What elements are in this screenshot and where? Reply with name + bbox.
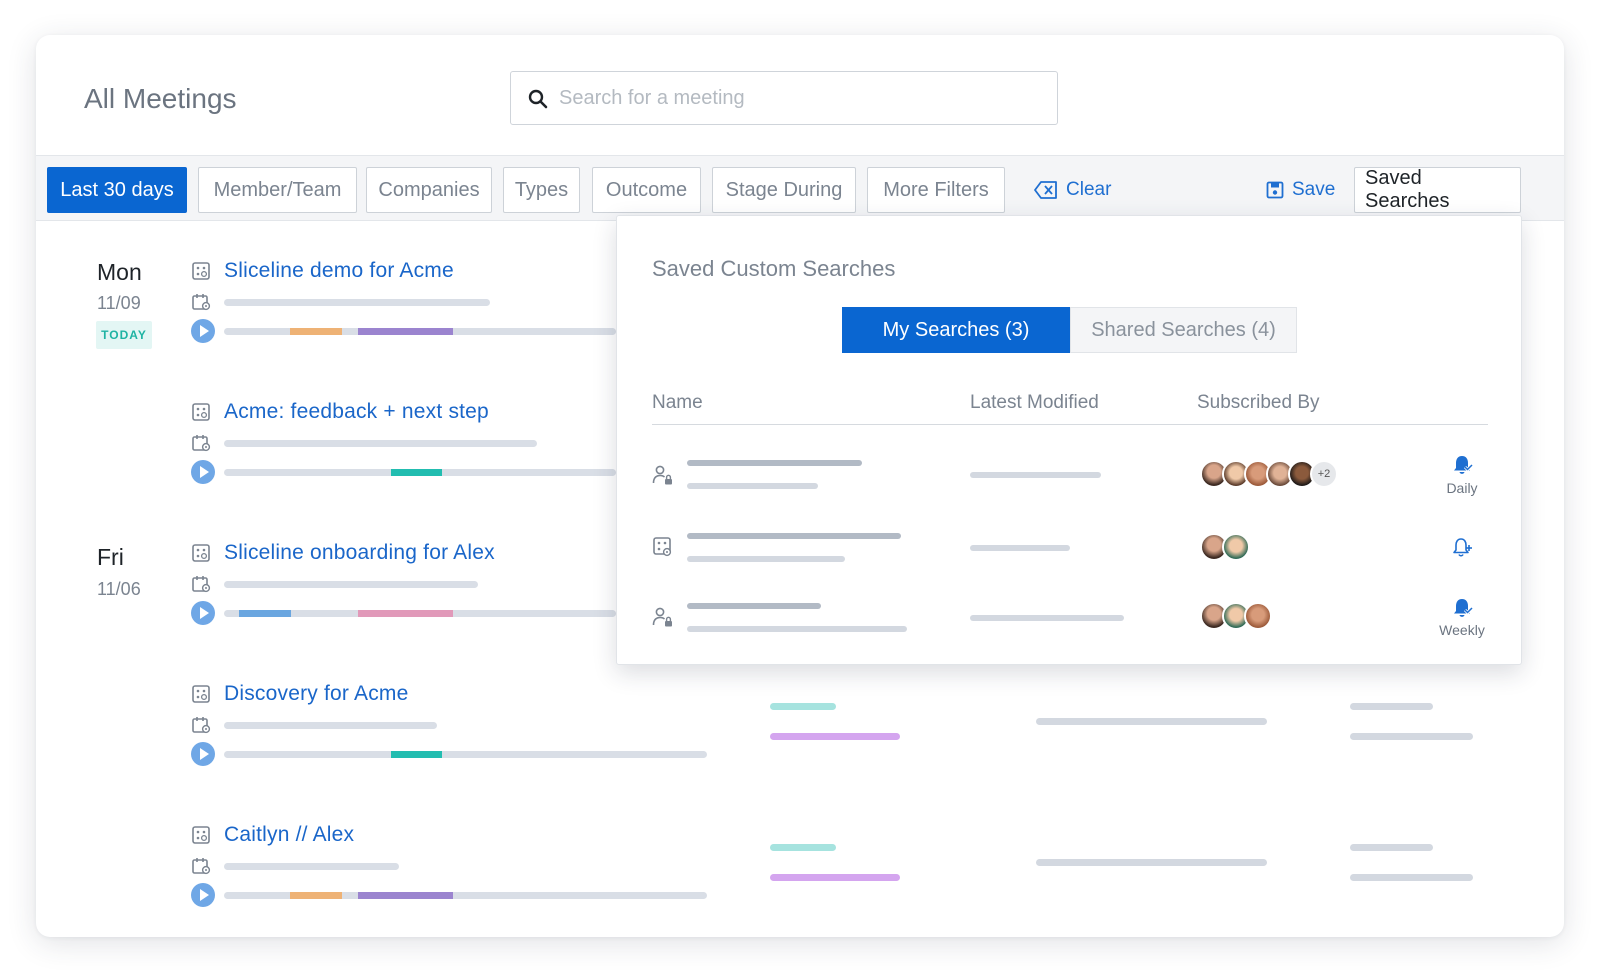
- column-header-name[interactable]: Name: [652, 392, 703, 414]
- frequency-label: Weekly: [1439, 622, 1485, 638]
- avatar: [1222, 533, 1250, 561]
- dropdown-title: Saved Custom Searches: [652, 256, 896, 281]
- more-filters-button[interactable]: More Filters: [867, 167, 1005, 213]
- bell-subscribed-icon[interactable]: [1451, 597, 1473, 619]
- more-subscribers-badge[interactable]: +2: [1310, 460, 1338, 488]
- play-recording-button[interactable]: [191, 601, 215, 625]
- day-label: Fri: [97, 544, 124, 570]
- play-recording-button[interactable]: [191, 883, 215, 907]
- outcome-filter[interactable]: Outcome: [592, 167, 701, 213]
- calendar-view-icon: [192, 576, 211, 593]
- calendar-view-icon: [192, 717, 211, 734]
- search-box[interactable]: [510, 71, 1058, 125]
- save-button[interactable]: Save: [1266, 167, 1335, 213]
- clear-label: Clear: [1066, 179, 1112, 200]
- meeting-title[interactable]: Sliceline demo for Acme: [224, 259, 454, 283]
- meeting-title[interactable]: Caitlyn // Alex: [224, 823, 354, 847]
- companies-filter[interactable]: Companies: [366, 167, 492, 213]
- meetings-page: All Meetings Last 30 days Member/Team Co…: [36, 35, 1564, 937]
- play-recording-button[interactable]: [191, 460, 215, 484]
- subscriber-avatars: +2: [1200, 460, 1338, 488]
- meeting-icon: [192, 262, 210, 280]
- search-icon: [528, 89, 548, 109]
- save-label: Save: [1292, 179, 1336, 200]
- meeting-title[interactable]: Acme: feedback + next step: [224, 400, 489, 424]
- meeting-search-icon: [653, 537, 672, 557]
- clear-button[interactable]: Clear: [1034, 167, 1111, 213]
- date-label: 11/09: [97, 293, 141, 313]
- stage-during-filter[interactable]: Stage During: [712, 167, 856, 213]
- meeting-title[interactable]: Discovery for Acme: [224, 682, 408, 706]
- divider: [652, 424, 1488, 425]
- bell-subscribed-icon[interactable]: [1451, 454, 1473, 476]
- column-header-latest-modified[interactable]: Latest Modified: [970, 392, 1099, 414]
- tab-my-searches[interactable]: My Searches (3): [842, 307, 1070, 353]
- tab-shared-searches[interactable]: Shared Searches (4): [1070, 307, 1297, 353]
- meeting-icon: [192, 403, 210, 421]
- calendar-view-icon: [192, 858, 211, 875]
- save-icon: [1266, 181, 1284, 199]
- calendar-view-icon: [192, 435, 211, 452]
- avatar: [1244, 602, 1272, 630]
- saved-searches-button[interactable]: Saved Searches: [1354, 167, 1521, 213]
- meeting-title[interactable]: Sliceline onboarding for Alex: [224, 541, 495, 565]
- meeting-icon: [192, 544, 210, 562]
- date-label: 11/06: [97, 579, 141, 599]
- today-badge: TODAY: [96, 321, 152, 349]
- clear-icon: [1034, 181, 1057, 199]
- calendar-view-icon: [192, 294, 211, 311]
- subscriber-avatars: [1200, 602, 1272, 630]
- play-recording-button[interactable]: [191, 319, 215, 343]
- date-range-filter[interactable]: Last 30 days: [47, 167, 187, 213]
- meeting-icon: [192, 826, 210, 844]
- private-search-icon: [652, 465, 672, 485]
- meeting-icon: [192, 685, 210, 703]
- saved-searches-dropdown: Saved Custom Searches My Searches (3) Sh…: [616, 215, 1522, 665]
- filter-bar: Last 30 days Member/Team Companies Types…: [36, 155, 1564, 221]
- bell-unsubscribed-icon[interactable]: [1451, 536, 1473, 558]
- play-recording-button[interactable]: [191, 742, 215, 766]
- frequency-label: Daily: [1446, 480, 1478, 496]
- column-header-subscribed-by[interactable]: Subscribed By: [1197, 392, 1320, 414]
- member-team-filter[interactable]: Member/Team: [198, 167, 357, 213]
- search-input[interactable]: [559, 72, 1039, 124]
- subscriber-avatars: [1200, 533, 1250, 561]
- private-search-icon: [652, 607, 672, 627]
- search-tabs: My Searches (3) Shared Searches (4): [842, 307, 1297, 353]
- types-filter[interactable]: Types: [503, 167, 580, 213]
- page-title: All Meetings: [84, 83, 237, 114]
- day-label: Mon: [97, 259, 142, 285]
